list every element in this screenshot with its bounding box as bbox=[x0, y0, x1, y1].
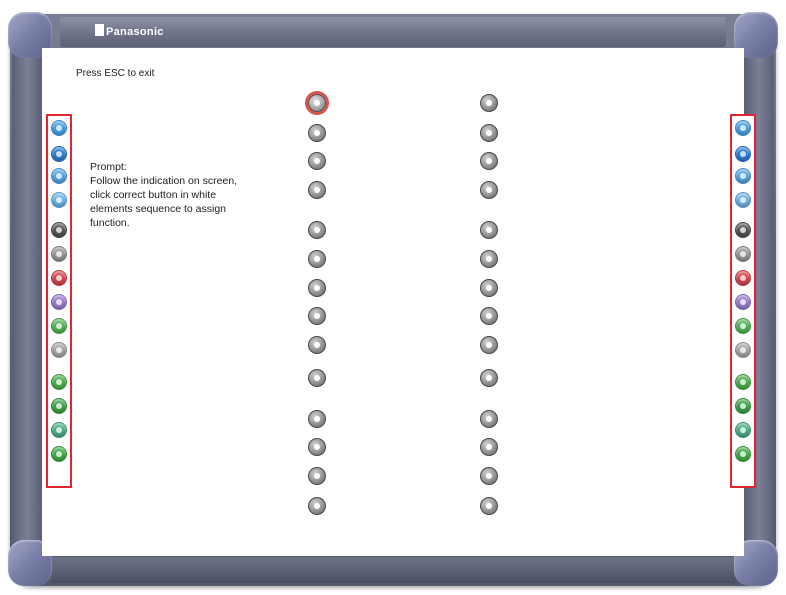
sky-pen-icon[interactable] bbox=[735, 192, 751, 208]
calibration-target[interactable] bbox=[308, 250, 326, 268]
logo-text: Panasonic bbox=[106, 26, 164, 38]
teal-pen-icon[interactable] bbox=[51, 422, 67, 438]
calibration-target[interactable] bbox=[308, 152, 326, 170]
black-pen-icon[interactable] bbox=[735, 222, 751, 238]
calibration-target[interactable] bbox=[480, 336, 498, 354]
grey-pen-icon[interactable] bbox=[735, 342, 751, 358]
calibration-target[interactable] bbox=[480, 152, 498, 170]
calibration-target[interactable] bbox=[480, 497, 498, 515]
calibration-target[interactable] bbox=[308, 307, 326, 325]
light-blue-pen-icon[interactable] bbox=[51, 120, 67, 136]
calibration-target[interactable] bbox=[308, 410, 326, 428]
blue-pen-icon[interactable] bbox=[735, 146, 751, 162]
calibration-target[interactable] bbox=[480, 438, 498, 456]
green-pen-icon[interactable] bbox=[51, 446, 67, 462]
green-pen-icon[interactable] bbox=[735, 398, 751, 414]
calibration-target[interactable] bbox=[305, 91, 329, 115]
green-pen-icon[interactable] bbox=[51, 374, 67, 390]
green-pen-icon[interactable] bbox=[51, 398, 67, 414]
purple-pen-icon[interactable] bbox=[51, 294, 67, 310]
green-pen-icon[interactable] bbox=[735, 446, 751, 462]
right-pen-toolbar bbox=[730, 114, 756, 488]
exit-hint: Press ESC to exit bbox=[76, 68, 155, 79]
calibration-target[interactable] bbox=[308, 467, 326, 485]
red-pen-icon[interactable] bbox=[735, 270, 751, 286]
calibration-target[interactable] bbox=[308, 279, 326, 297]
calibration-target[interactable] bbox=[480, 124, 498, 142]
calibration-target[interactable] bbox=[480, 410, 498, 428]
grey-pen-icon[interactable] bbox=[51, 246, 67, 262]
calibration-target[interactable] bbox=[308, 336, 326, 354]
calibration-target[interactable] bbox=[480, 467, 498, 485]
green-pen-icon[interactable] bbox=[735, 374, 751, 390]
calibration-target[interactable] bbox=[308, 369, 326, 387]
calibration-target[interactable] bbox=[308, 181, 326, 199]
calibration-target[interactable] bbox=[480, 94, 498, 112]
frame-left-rail bbox=[12, 50, 42, 550]
logo-mark-icon bbox=[95, 24, 104, 36]
red-pen-icon[interactable] bbox=[51, 270, 67, 286]
teal-pen-icon[interactable] bbox=[735, 422, 751, 438]
calibration-target[interactable] bbox=[308, 438, 326, 456]
black-pen-icon[interactable] bbox=[51, 222, 67, 238]
calibration-target[interactable] bbox=[480, 250, 498, 268]
whiteboard-surface[interactable] bbox=[42, 48, 744, 556]
purple-pen-icon[interactable] bbox=[735, 294, 751, 310]
green-pen-icon[interactable] bbox=[51, 318, 67, 334]
calibration-target[interactable] bbox=[480, 221, 498, 239]
calibration-target[interactable] bbox=[480, 279, 498, 297]
calibration-target[interactable] bbox=[308, 221, 326, 239]
calibration-target[interactable] bbox=[308, 497, 326, 515]
calibration-target[interactable] bbox=[480, 369, 498, 387]
calibration-target[interactable] bbox=[308, 124, 326, 142]
grey-pen-icon[interactable] bbox=[735, 246, 751, 262]
light-blue-pen-icon[interactable] bbox=[735, 120, 751, 136]
calibration-prompt: Prompt: Follow the indication on screen,… bbox=[90, 161, 238, 229]
grey-pen-icon[interactable] bbox=[51, 342, 67, 358]
sky-pen-icon[interactable] bbox=[51, 192, 67, 208]
frame-bottom-tray bbox=[50, 557, 736, 583]
calibration-target[interactable] bbox=[480, 181, 498, 199]
blue-pen-icon[interactable] bbox=[51, 146, 67, 162]
light-blue-pen-icon[interactable] bbox=[735, 168, 751, 184]
green-pen-icon[interactable] bbox=[735, 318, 751, 334]
light-blue-pen-icon[interactable] bbox=[51, 168, 67, 184]
left-pen-toolbar bbox=[46, 114, 72, 488]
calibration-target[interactable] bbox=[480, 307, 498, 325]
brand-logo: Panasonic bbox=[95, 24, 164, 40]
